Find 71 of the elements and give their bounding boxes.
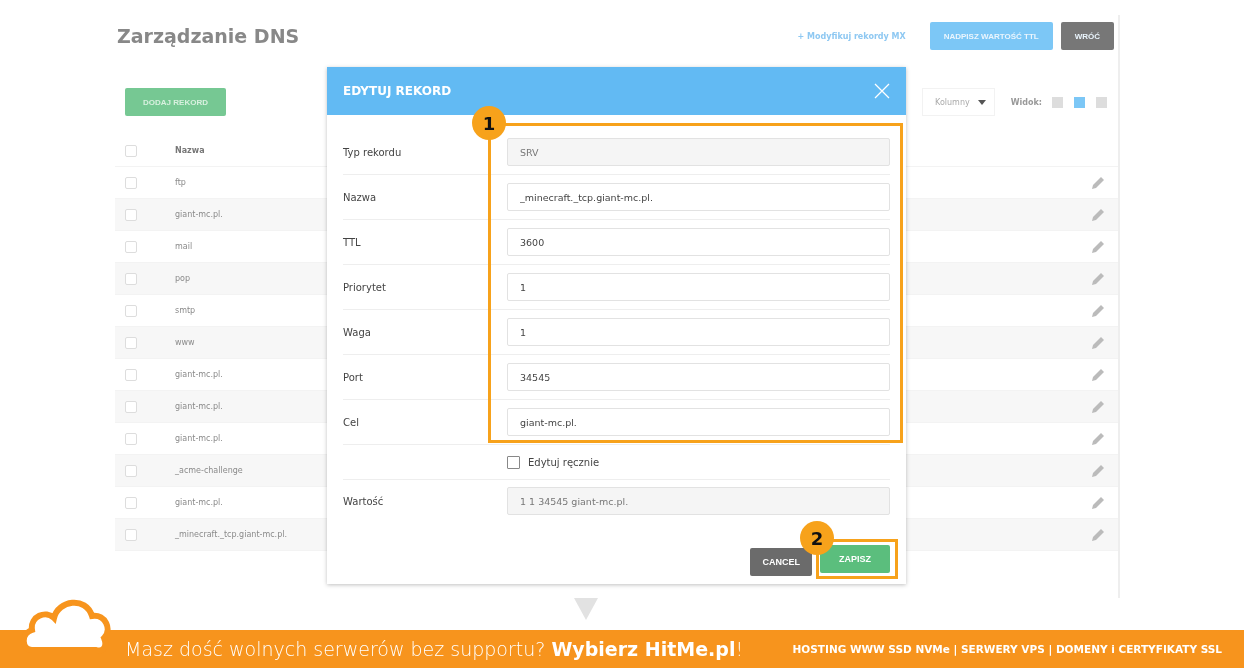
- step-badge: 1: [472, 106, 506, 140]
- table-cell: giant-mc.pl.: [175, 210, 223, 219]
- columns-dropdown[interactable]: Kolumny: [922, 88, 995, 116]
- row-checkbox[interactable]: [125, 496, 137, 509]
- field-label: Waga: [343, 326, 372, 338]
- field-label: Nazwa: [343, 191, 378, 203]
- step-badge: 2: [800, 521, 834, 555]
- input-field[interactable]: 1: [507, 273, 890, 301]
- field-label: Port: [343, 371, 364, 383]
- table-cell: smtp: [175, 306, 196, 315]
- pencil-icon[interactable]: [1090, 206, 1106, 223]
- pencil-icon[interactable]: [1090, 398, 1106, 415]
- row-checkbox[interactable]: [125, 336, 137, 349]
- row-checkbox[interactable]: [125, 240, 137, 253]
- view-toggle[interactable]: [1096, 96, 1107, 108]
- input-field[interactable]: _minecraft._tcp.giant-mc.pl.: [507, 183, 890, 211]
- table-cell: giant-mc.pl.: [175, 498, 223, 507]
- row-checkbox[interactable]: [125, 464, 137, 477]
- table-cell: www: [175, 338, 195, 347]
- field-label: Wartość: [343, 495, 385, 507]
- checkbox-label: Edytuj ręcznie: [528, 456, 600, 468]
- table-cell: ftp: [175, 178, 186, 187]
- table-cell: _minecraft._tcp.giant-mc.pl.: [175, 530, 287, 539]
- back-button[interactable]: WRÓĆ: [1060, 22, 1114, 50]
- banner-text: Masz dość wolnych serwerów bez supportu? Wybierz HitMe.pl!: [125, 638, 745, 660]
- table-cell: mail: [175, 242, 193, 251]
- pencil-icon[interactable]: [1090, 526, 1106, 543]
- row-checkbox[interactable]: [125, 528, 137, 541]
- pencil-icon[interactable]: [1090, 302, 1106, 319]
- row-checkbox[interactable]: [125, 208, 137, 221]
- pointer-icon: [574, 598, 598, 620]
- close-icon[interactable]: [874, 83, 890, 99]
- dialog-title: EDYTUJ REKORD: [343, 84, 453, 98]
- field-label: Cel: [343, 416, 360, 428]
- table-cell: giant-mc.pl.: [175, 370, 223, 379]
- pencil-icon[interactable]: [1090, 238, 1106, 255]
- input-field[interactable]: 3600: [507, 228, 890, 256]
- cancel-button[interactable]: CANCEL: [750, 548, 812, 576]
- row-checkbox[interactable]: [125, 400, 137, 413]
- pencil-icon[interactable]: [1090, 494, 1106, 511]
- caret-icon: [977, 99, 986, 105]
- view-toggle[interactable]: [1052, 96, 1063, 108]
- field-label: Typ rekordu: [343, 146, 403, 158]
- pencil-icon[interactable]: [1090, 366, 1106, 383]
- table-cell: giant-mc.pl.: [175, 402, 223, 411]
- save-button[interactable]: ZAPISZ: [820, 545, 890, 573]
- view-label: Widok:: [1010, 97, 1042, 107]
- field-label: TTL: [343, 236, 362, 248]
- table-cell: _acme-challenge: [175, 466, 243, 475]
- table-cell: giant-mc.pl.: [175, 434, 223, 443]
- column-header: Nazwa: [175, 146, 205, 155]
- input-field[interactable]: giant-mc.pl.: [507, 408, 890, 436]
- view-toggle[interactable]: [1074, 96, 1085, 108]
- page-title: Zarządzanie DNS: [117, 25, 301, 47]
- select-all-checkbox[interactable]: [125, 144, 137, 157]
- table-cell: pop: [175, 274, 191, 283]
- row-checkbox[interactable]: [125, 304, 137, 317]
- manual-edit-checkbox[interactable]: [507, 455, 520, 469]
- pencil-icon[interactable]: [1090, 430, 1106, 447]
- row-checkbox[interactable]: [125, 368, 137, 381]
- field-label: Priorytet: [343, 281, 387, 293]
- input-field[interactable]: 1: [507, 318, 890, 346]
- row-checkbox[interactable]: [125, 176, 137, 189]
- services-text: HOSTING WWW SSD NVMe | SERWERY VPS | DOMENY i CERTYFIKATY SSL: [792, 643, 1222, 655]
- pencil-icon[interactable]: [1090, 174, 1106, 191]
- pencil-icon[interactable]: [1090, 462, 1106, 479]
- row-checkbox[interactable]: [125, 432, 137, 445]
- pencil-icon[interactable]: [1090, 270, 1106, 287]
- row-checkbox[interactable]: [125, 272, 137, 285]
- pencil-icon[interactable]: [1090, 334, 1106, 351]
- input-field[interactable]: 34545: [507, 363, 890, 391]
